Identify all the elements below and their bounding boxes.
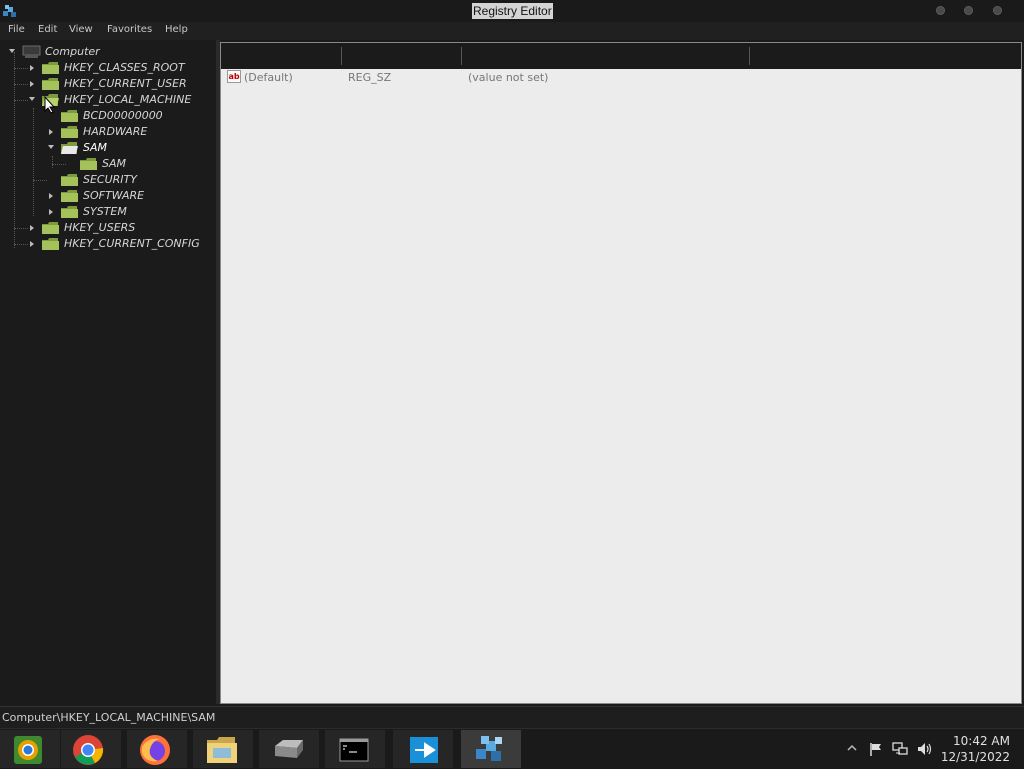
expand-arrow-icon[interactable]: [49, 193, 53, 199]
tree-item-security[interactable]: SECURITY: [0, 172, 216, 188]
value-type: REG_SZ: [348, 71, 392, 84]
expand-arrow-icon[interactable]: [30, 65, 34, 71]
menu-bar: File Edit View Favorites Help: [0, 22, 1024, 40]
folder-icon: [42, 222, 59, 234]
disk-utility-icon: [275, 740, 303, 758]
window-title: Registry Editor: [472, 3, 553, 19]
column-header: [221, 43, 1021, 71]
collapse-arrow-icon[interactable]: [9, 49, 15, 53]
minimize-button[interactable]: [936, 6, 945, 15]
taskbar-terminal[interactable]: [325, 730, 385, 768]
folder-icon: [61, 126, 78, 138]
file-manager-icon: [207, 737, 237, 763]
menu-file[interactable]: File: [8, 24, 25, 35]
folder-icon: [61, 110, 78, 122]
tree-item-hardware[interactable]: HARDWARE: [0, 124, 216, 140]
volume-icon[interactable]: [916, 741, 932, 757]
value-data: (value not set): [468, 71, 549, 84]
folder-open-icon: [61, 142, 78, 154]
taskbar-file-manager[interactable]: [193, 730, 253, 768]
value-name: (Default): [244, 71, 293, 84]
clock-time: 10:42 AM: [953, 734, 1010, 748]
column-divider-type[interactable]: [461, 47, 462, 65]
menu-view[interactable]: View: [69, 24, 93, 35]
string-value-icon: ab: [227, 70, 241, 83]
folder-icon: [42, 78, 59, 90]
status-bar: Computer\HKEY_LOCAL_MACHINE\SAM: [0, 706, 1024, 729]
clock-date: 12/31/2022: [940, 750, 1010, 764]
expand-arrow-icon[interactable]: [49, 129, 53, 135]
key-tree[interactable]: Computer HKEY_CLASSES_ROOT HKEY_CURRENT_…: [0, 40, 216, 704]
firefox-icon: [140, 735, 170, 765]
tree-item-system[interactable]: SYSTEM: [0, 204, 216, 220]
column-divider-data[interactable]: [749, 47, 750, 65]
folder-icon: [42, 62, 59, 74]
network-icon[interactable]: [892, 741, 908, 757]
expand-arrow-icon[interactable]: [49, 209, 53, 215]
tree-item-sam-child[interactable]: SAM: [0, 156, 216, 172]
folder-icon: [61, 190, 78, 202]
taskbar-firefox[interactable]: [127, 730, 187, 768]
chromium-icon: [14, 736, 42, 764]
title-bar: Registry Editor: [0, 0, 1024, 22]
expand-arrow-icon[interactable]: [30, 241, 34, 247]
computer-icon: [22, 45, 41, 58]
collapse-arrow-icon[interactable]: [48, 145, 54, 149]
folder-icon: [42, 238, 59, 250]
collapse-arrow-icon[interactable]: [29, 97, 35, 101]
registry-editor-icon[interactable]: [2, 3, 18, 19]
expand-arrow-icon[interactable]: [30, 81, 34, 87]
chrome-icon: [73, 735, 104, 765]
tree-item-hkey-users[interactable]: HKEY_USERS: [0, 220, 216, 236]
menu-favorites[interactable]: Favorites: [107, 24, 152, 35]
tree-item-hkey-local-machine[interactable]: HKEY_LOCAL_MACHINE: [0, 92, 216, 108]
folder-icon: [61, 174, 78, 186]
tree-item-computer[interactable]: Computer: [0, 44, 216, 60]
tree-item-hkey-current-user[interactable]: HKEY_CURRENT_USER: [0, 76, 216, 92]
tree-item-hkey-classes-root[interactable]: HKEY_CLASSES_ROOT: [0, 60, 216, 76]
taskbar-registry-editor[interactable]: [461, 730, 521, 768]
registry-editor-icon: [476, 736, 502, 761]
remote-desktop-icon: [410, 737, 438, 763]
tree-item-hkey-current-config[interactable]: HKEY_CURRENT_CONFIG: [0, 236, 216, 252]
menu-edit[interactable]: Edit: [38, 24, 57, 35]
tree-item-software[interactable]: SOFTWARE: [0, 188, 216, 204]
taskbar-remote-desktop[interactable]: [393, 730, 453, 768]
tree-item-bcd[interactable]: BCD00000000: [0, 108, 216, 124]
terminal-icon: [339, 738, 369, 762]
values-list[interactable]: ab (Default) REG_SZ (value not set): [220, 42, 1022, 704]
folder-icon: [61, 206, 78, 218]
mouse-cursor-icon: [44, 96, 56, 114]
taskbar-disk-utility[interactable]: [259, 730, 319, 768]
key-path: Computer\HKEY_LOCAL_MACHINE\SAM: [2, 711, 216, 724]
taskbar: 10:42 AM 12/31/2022: [0, 728, 1024, 769]
value-row[interactable]: ab (Default) REG_SZ (value not set): [221, 69, 1021, 85]
column-divider-name[interactable]: [341, 47, 342, 65]
expand-arrow-icon[interactable]: [30, 225, 34, 231]
system-clock[interactable]: 10:42 AM 12/31/2022: [941, 733, 1010, 765]
close-button[interactable]: [993, 6, 1002, 15]
taskbar-chromium[interactable]: [0, 730, 60, 768]
folder-icon: [80, 158, 97, 170]
tree-item-sam[interactable]: SAM: [0, 140, 216, 156]
action-center-flag-icon[interactable]: [868, 741, 884, 757]
maximize-button[interactable]: [964, 6, 973, 15]
taskbar-chrome[interactable]: [61, 730, 121, 768]
show-hidden-icons-icon[interactable]: [846, 743, 858, 753]
menu-help[interactable]: Help: [165, 24, 188, 35]
